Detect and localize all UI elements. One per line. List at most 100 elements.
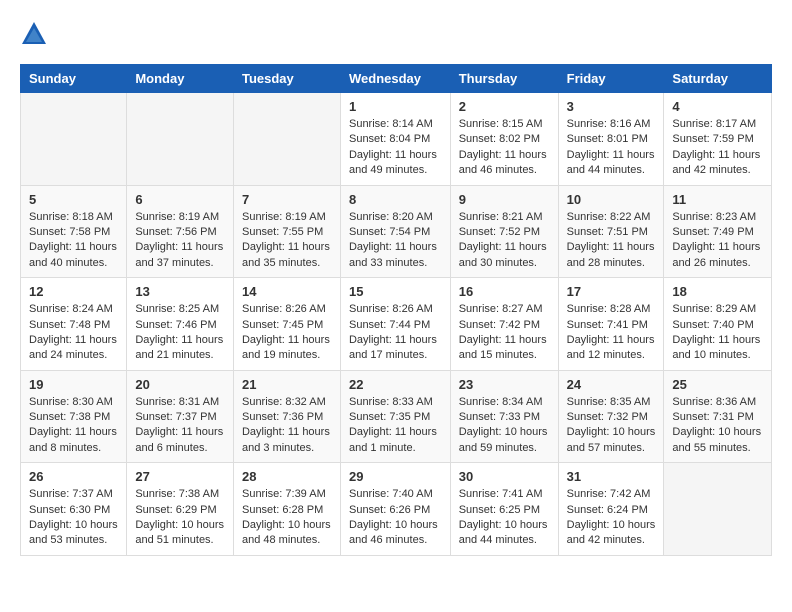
day-number: 9 [459, 192, 550, 207]
weekday-header-wednesday: Wednesday [340, 65, 450, 93]
day-number: 21 [242, 377, 332, 392]
day-info: Sunrise: 8:22 AM Sunset: 7:51 PM Dayligh… [567, 210, 656, 272]
day-number: 25 [672, 377, 763, 392]
calendar-cell: 31Sunrise: 7:42 AM Sunset: 6:24 PM Dayli… [558, 463, 664, 556]
calendar-cell: 11 Sunrise: 8:23 AM Sunset: 7:49 PM Dayli… [664, 185, 772, 278]
calendar-cell: 3 Sunrise: 8:16 AM Sunset: 8:01 PM Daylig… [558, 93, 664, 186]
calendar-table: SundayMondayTuesdayWednesdayThursdayFrid… [20, 64, 772, 556]
day-info: Sunrise: 7:39 AM Sunset: 6:28 PM Dayligh… [242, 487, 332, 549]
calendar-cell [21, 93, 127, 186]
calendar-cell: 27 Sunrise: 7:38 AM Sunset: 6:29 PM Dayli… [127, 463, 234, 556]
day-number: 12 [29, 284, 118, 299]
calendar-week-row: 1Sunrise: 8:14 AM Sunset: 8:04 PM Daylig… [21, 93, 772, 186]
day-info: Sunrise: 8:24 AM Sunset: 7:48 PM Dayligh… [29, 302, 118, 364]
day-number: 17 [567, 284, 656, 299]
day-number: 15 [349, 284, 442, 299]
calendar-cell [233, 93, 340, 186]
day-number: 16 [459, 284, 550, 299]
calendar-week-row: 19 Sunrise: 8:30 AM Sunset: 7:38 PM Dayli… [21, 370, 772, 463]
calendar-cell: 28Sunrise: 7:39 AM Sunset: 6:28 PM Dayli… [233, 463, 340, 556]
calendar-week-row: 5 Sunrise: 8:18 AM Sunset: 7:58 PM Daylig… [21, 185, 772, 278]
day-info: Sunrise: 7:42 AM Sunset: 6:24 PM Dayligh… [567, 487, 656, 549]
day-info: Sunrise: 8:16 AM Sunset: 8:01 PM Dayligh… [567, 117, 656, 179]
weekday-header-saturday: Saturday [664, 65, 772, 93]
day-info: Sunrise: 8:18 AM Sunset: 7:58 PM Dayligh… [29, 210, 118, 272]
day-info: Sunrise: 8:33 AM Sunset: 7:35 PM Dayligh… [349, 395, 442, 457]
calendar-cell: 30 Sunrise: 7:41 AM Sunset: 6:25 PM Dayli… [450, 463, 558, 556]
day-info: Sunrise: 8:25 AM Sunset: 7:46 PM Dayligh… [135, 302, 225, 364]
day-number: 19 [29, 377, 118, 392]
day-number: 30 [459, 469, 550, 484]
calendar-cell: 6 Sunrise: 8:19 AM Sunset: 7:56 PM Daylig… [127, 185, 234, 278]
day-number: 8 [349, 192, 442, 207]
calendar-cell: 17 Sunrise: 8:28 AM Sunset: 7:41 PM Dayli… [558, 278, 664, 371]
calendar-cell: 7 Sunrise: 8:19 AM Sunset: 7:55 PM Daylig… [233, 185, 340, 278]
day-number: 10 [567, 192, 656, 207]
day-info: Sunrise: 8:27 AM Sunset: 7:42 PM Dayligh… [459, 302, 550, 364]
logo-icon [20, 20, 48, 48]
calendar-cell: 4 Sunrise: 8:17 AM Sunset: 7:59 PM Daylig… [664, 93, 772, 186]
day-info: Sunrise: 8:17 AM Sunset: 7:59 PM Dayligh… [672, 117, 763, 179]
day-number: 29 [349, 469, 442, 484]
calendar-cell: 12 Sunrise: 8:24 AM Sunset: 7:48 PM Dayli… [21, 278, 127, 371]
day-number: 7 [242, 192, 332, 207]
calendar-cell [127, 93, 234, 186]
day-info: Sunrise: 7:40 AM Sunset: 6:26 PM Dayligh… [349, 487, 442, 549]
calendar-cell: 25 Sunrise: 8:36 AM Sunset: 7:31 PM Dayli… [664, 370, 772, 463]
day-info: Sunrise: 7:41 AM Sunset: 6:25 PM Dayligh… [459, 487, 550, 549]
day-number: 3 [567, 99, 656, 114]
calendar-cell: 29 Sunrise: 7:40 AM Sunset: 6:26 PM Dayli… [340, 463, 450, 556]
day-number: 6 [135, 192, 225, 207]
day-info: Sunrise: 7:38 AM Sunset: 6:29 PM Dayligh… [135, 487, 225, 549]
weekday-header-thursday: Thursday [450, 65, 558, 93]
weekday-header-friday: Friday [558, 65, 664, 93]
day-info: Sunrise: 8:29 AM Sunset: 7:40 PM Dayligh… [672, 302, 763, 364]
calendar-cell: 26Sunrise: 7:37 AM Sunset: 6:30 PM Dayli… [21, 463, 127, 556]
calendar-cell: 20Sunrise: 8:31 AM Sunset: 7:37 PM Dayli… [127, 370, 234, 463]
day-info: Sunrise: 8:19 AM Sunset: 7:55 PM Dayligh… [242, 210, 332, 272]
day-number: 2 [459, 99, 550, 114]
calendar-cell: 14 Sunrise: 8:26 AM Sunset: 7:45 PM Dayli… [233, 278, 340, 371]
calendar-cell: 8 Sunrise: 8:20 AM Sunset: 7:54 PM Daylig… [340, 185, 450, 278]
weekday-header-monday: Monday [127, 65, 234, 93]
calendar-cell: 2 Sunrise: 8:15 AM Sunset: 8:02 PM Daylig… [450, 93, 558, 186]
day-info: Sunrise: 7:37 AM Sunset: 6:30 PM Dayligh… [29, 487, 118, 549]
day-info: Sunrise: 8:26 AM Sunset: 7:45 PM Dayligh… [242, 302, 332, 364]
weekday-header-row: SundayMondayTuesdayWednesdayThursdayFrid… [21, 65, 772, 93]
calendar-cell: 10 Sunrise: 8:22 AM Sunset: 7:51 PM Dayli… [558, 185, 664, 278]
calendar-cell: 21 Sunrise: 8:32 AM Sunset: 7:36 PM Dayli… [233, 370, 340, 463]
calendar-cell: 5 Sunrise: 8:18 AM Sunset: 7:58 PM Daylig… [21, 185, 127, 278]
day-info: Sunrise: 8:36 AM Sunset: 7:31 PM Dayligh… [672, 395, 763, 457]
day-info: Sunrise: 8:14 AM Sunset: 8:04 PM Dayligh… [349, 117, 442, 179]
day-info: Sunrise: 8:20 AM Sunset: 7:54 PM Dayligh… [349, 210, 442, 272]
day-number: 14 [242, 284, 332, 299]
calendar-cell: 23Sunrise: 8:34 AM Sunset: 7:33 PM Dayli… [450, 370, 558, 463]
weekday-header-sunday: Sunday [21, 65, 127, 93]
calendar-cell: 22 Sunrise: 8:33 AM Sunset: 7:35 PM Dayli… [340, 370, 450, 463]
day-info: Sunrise: 8:28 AM Sunset: 7:41 PM Dayligh… [567, 302, 656, 364]
day-number: 13 [135, 284, 225, 299]
day-info: Sunrise: 8:31 AM Sunset: 7:37 PM Dayligh… [135, 395, 225, 457]
page-header [20, 20, 772, 48]
day-number: 4 [672, 99, 763, 114]
calendar-cell: 16 Sunrise: 8:27 AM Sunset: 7:42 PM Dayli… [450, 278, 558, 371]
day-number: 18 [672, 284, 763, 299]
calendar-cell: 1Sunrise: 8:14 AM Sunset: 8:04 PM Daylig… [340, 93, 450, 186]
calendar-cell: 19 Sunrise: 8:30 AM Sunset: 7:38 PM Dayli… [21, 370, 127, 463]
calendar-cell: 15 Sunrise: 8:26 AM Sunset: 7:44 PM Dayli… [340, 278, 450, 371]
calendar-week-row: 12 Sunrise: 8:24 AM Sunset: 7:48 PM Dayli… [21, 278, 772, 371]
calendar-cell: 24Sunrise: 8:35 AM Sunset: 7:32 PM Dayli… [558, 370, 664, 463]
day-info: Sunrise: 8:15 AM Sunset: 8:02 PM Dayligh… [459, 117, 550, 179]
day-number: 22 [349, 377, 442, 392]
day-info: Sunrise: 8:26 AM Sunset: 7:44 PM Dayligh… [349, 302, 442, 364]
day-info: Sunrise: 8:30 AM Sunset: 7:38 PM Dayligh… [29, 395, 118, 457]
day-info: Sunrise: 8:34 AM Sunset: 7:33 PM Dayligh… [459, 395, 550, 457]
calendar-cell: 13 Sunrise: 8:25 AM Sunset: 7:46 PM Dayli… [127, 278, 234, 371]
day-number: 11 [672, 192, 763, 207]
day-info: Sunrise: 8:32 AM Sunset: 7:36 PM Dayligh… [242, 395, 332, 457]
day-number: 5 [29, 192, 118, 207]
day-number: 27 [135, 469, 225, 484]
day-info: Sunrise: 8:19 AM Sunset: 7:56 PM Dayligh… [135, 210, 225, 272]
day-info: Sunrise: 8:23 AM Sunset: 7:49 PM Dayligh… [672, 210, 763, 272]
day-info: Sunrise: 8:35 AM Sunset: 7:32 PM Dayligh… [567, 395, 656, 457]
